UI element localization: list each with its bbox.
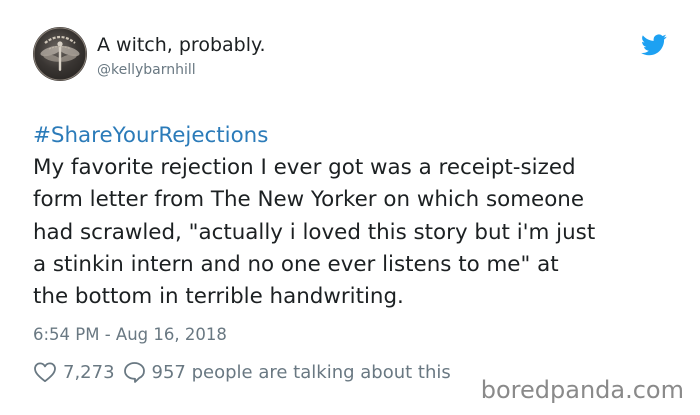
tweet-text-line: form letter from The New Yorker on which… <box>33 187 584 213</box>
tweet-text-line: had scrawled, "actually i loved this sto… <box>33 219 596 245</box>
tweet-text-line: My favorite rejection I ever got was a r… <box>33 155 576 181</box>
tweet-actions: 7,273 957 people are talking about this <box>33 359 451 385</box>
tweet-text: #ShareYourRejections My favorite rejecti… <box>33 120 673 313</box>
avatar[interactable] <box>33 27 87 81</box>
tweet-text-line: the bottom in terrible handwriting. <box>33 284 404 310</box>
tweet-text-line: a stinkin intern and no one ever listens… <box>33 251 559 277</box>
author-handle[interactable]: @kellybarnhill <box>97 61 196 79</box>
heart-icon <box>34 362 56 383</box>
watermark: boredpanda.com <box>480 376 684 404</box>
tweet-timestamp[interactable]: 6:54 PM - Aug 16, 2018 <box>33 324 227 346</box>
replies-text: 957 people are talking about this <box>151 361 451 383</box>
likes-count: 7,273 <box>63 361 115 383</box>
avatar-dragonfly-logo <box>33 27 87 81</box>
reply-button[interactable]: 957 people are talking about this <box>115 361 451 383</box>
hashtag-link[interactable]: #ShareYourRejections <box>33 123 268 148</box>
author-display-name[interactable]: A witch, probably. <box>97 33 266 57</box>
like-button[interactable]: 7,273 <box>33 361 115 383</box>
twitter-bird-icon[interactable] <box>641 34 667 56</box>
speech-bubble-icon <box>123 362 145 383</box>
